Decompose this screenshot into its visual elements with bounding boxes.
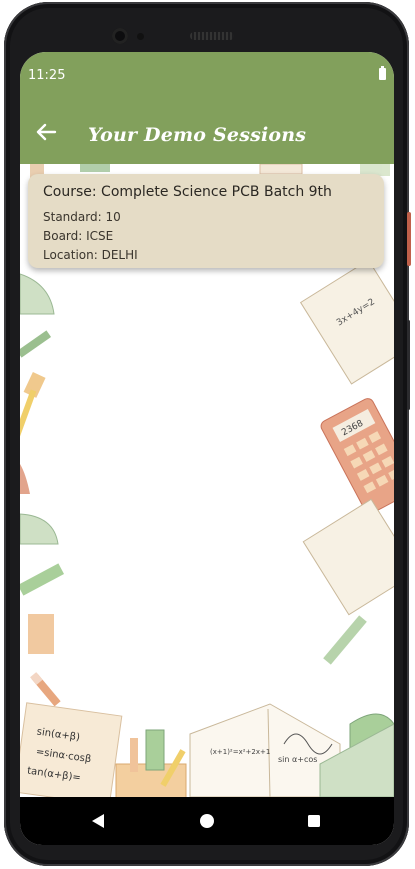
standard-text: Standard: 10: [43, 210, 121, 224]
screen: 11:25 Your Demo Sessions 3x+4y=2 2368 si…: [20, 52, 394, 845]
nav-recents-button[interactable]: [300, 807, 328, 835]
board-text: Board: ICSE: [43, 229, 114, 243]
right-stationery: 3x+4y=2 2368: [299, 259, 394, 755]
app-bar: Your Demo Sessions: [20, 100, 394, 164]
recents-square-icon: [308, 815, 320, 827]
content-area: 3x+4y=2 2368 sin(α+β) =sinα·cosβ tan(α+β…: [20, 164, 394, 797]
left-stationery: [20, 273, 65, 707]
bottom-stationery: sin(α+β) =sinα·cosβ tan(α+β)= (x+1)²=x²+…: [20, 702, 394, 797]
location-text: Location: DELHI: [43, 248, 138, 262]
svg-text:(x+1)²=x²+2x+1: (x+1)²=x²+2x+1: [210, 748, 270, 756]
status-bar: 11:25: [20, 52, 394, 100]
front-camera: [112, 28, 128, 44]
system-navigation-bar: [20, 797, 394, 845]
earpiece-speaker: [190, 32, 234, 40]
arrow-back-icon: [36, 123, 57, 141]
home-circle-icon: [200, 814, 214, 828]
svg-text:sin α+cos: sin α+cos: [278, 755, 317, 764]
camera-sensor: [137, 33, 144, 40]
back-triangle-icon: [92, 814, 104, 828]
demo-session-card[interactable]: Course: Complete Science PCB Batch 9th S…: [28, 174, 384, 268]
back-button[interactable]: [28, 114, 64, 150]
nav-home-button[interactable]: [193, 807, 221, 835]
course-name: Course: Complete Science PCB Batch 9th: [43, 184, 332, 200]
status-time: 11:25: [28, 68, 66, 83]
volume-button: [407, 320, 410, 410]
power-button: [407, 212, 411, 266]
battery-full-icon: [379, 66, 386, 80]
nav-back-button[interactable]: [84, 807, 112, 835]
page-title: Your Demo Sessions: [88, 124, 307, 146]
